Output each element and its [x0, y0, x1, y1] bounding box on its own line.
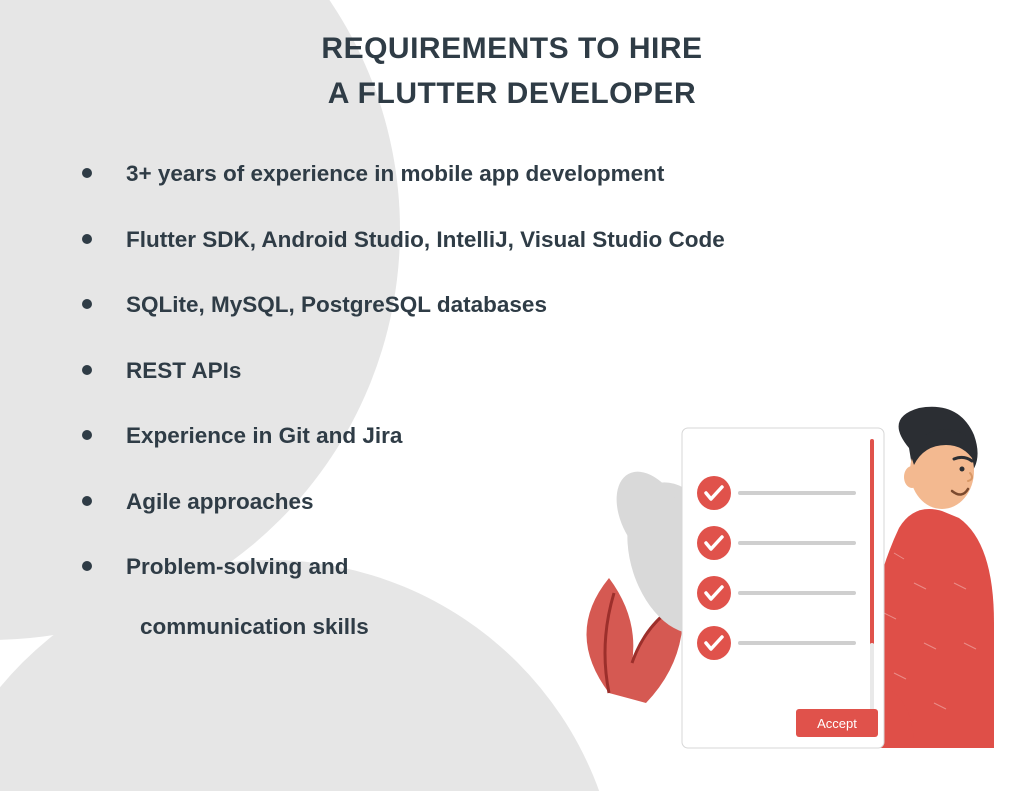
list-item-subtext: communication skills — [126, 611, 802, 643]
accept-button: Accept — [796, 709, 878, 737]
list-item: Problem-solving and communication skills — [82, 551, 802, 642]
list-item: SQLite, MySQL, PostgreSQL databases — [82, 289, 802, 321]
list-item: REST APIs — [82, 355, 802, 387]
list-item-text: 3+ years of experience in mobile app dev… — [126, 161, 664, 186]
list-item-text: Experience in Git and Jira — [126, 423, 402, 448]
requirements-list: 3+ years of experience in mobile app dev… — [82, 158, 802, 642]
title-line-1: Requirements to hire — [321, 32, 702, 65]
list-item-text: Agile approaches — [126, 489, 314, 514]
list-item: Agile approaches — [82, 486, 802, 518]
list-item-text: REST APIs — [126, 358, 241, 383]
list-item: Flutter SDK, Android Studio, IntelliJ, V… — [82, 224, 802, 256]
accept-button-label: Accept — [817, 716, 857, 731]
list-item-text: Problem-solving and — [126, 554, 349, 579]
page-title: Requirements to hire a Flutter developer — [0, 26, 1024, 116]
list-item: 3+ years of experience in mobile app dev… — [82, 158, 802, 190]
title-line-2: a Flutter developer — [328, 77, 696, 110]
list-item-text: SQLite, MySQL, PostgreSQL databases — [126, 292, 547, 317]
list-item-text: Flutter SDK, Android Studio, IntelliJ, V… — [126, 227, 725, 252]
list-item: Experience in Git and Jira — [82, 420, 802, 452]
